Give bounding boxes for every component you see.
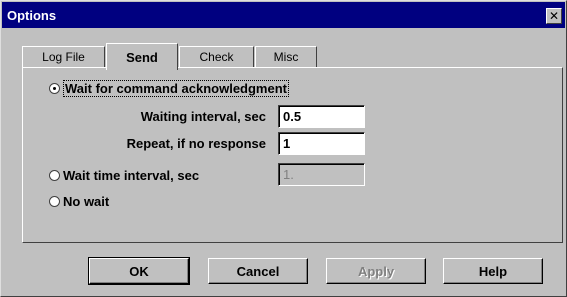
wait-ack-label: Wait for command acknowledgment bbox=[63, 80, 289, 97]
tab-log-file[interactable]: Log File bbox=[22, 46, 105, 67]
wait-time-radio[interactable] bbox=[49, 170, 60, 181]
wait-time-value: 1. bbox=[283, 167, 294, 182]
cancel-button[interactable]: Cancel bbox=[208, 258, 308, 284]
title-bar[interactable]: Options ✕ bbox=[2, 2, 565, 28]
window-title: Options bbox=[7, 7, 57, 23]
close-button[interactable]: ✕ bbox=[546, 8, 562, 24]
no-wait-label: No wait bbox=[63, 194, 110, 209]
waiting-interval-label: Waiting interval, sec bbox=[140, 109, 266, 124]
apply-button[interactable]: Apply bbox=[326, 258, 426, 284]
wait-ack-option[interactable]: Wait for command acknowledgment bbox=[49, 80, 289, 97]
help-button[interactable]: Help bbox=[443, 258, 543, 284]
waiting-interval-value: 0.5 bbox=[283, 109, 302, 124]
close-icon: ✕ bbox=[548, 9, 560, 23]
waiting-interval-input[interactable]: 0.5 bbox=[278, 105, 365, 128]
no-wait-radio[interactable] bbox=[49, 196, 60, 207]
options-dialog: Options ✕ Log File Send Check Misc Wait … bbox=[0, 0, 567, 297]
wait-ack-radio[interactable] bbox=[49, 83, 60, 94]
tab-check[interactable]: Check bbox=[179, 46, 254, 67]
wait-time-option[interactable]: Wait time interval, sec bbox=[49, 168, 199, 183]
wait-time-label: Wait time interval, sec bbox=[63, 168, 200, 183]
tab-send[interactable]: Send bbox=[106, 43, 178, 70]
send-tab-panel: Wait for command acknowledgment Waiting … bbox=[22, 67, 563, 243]
tab-misc[interactable]: Misc bbox=[255, 46, 317, 67]
repeat-input[interactable]: 1 bbox=[278, 132, 365, 155]
wait-time-input: 1. bbox=[278, 163, 365, 186]
no-wait-option[interactable]: No wait bbox=[49, 194, 109, 209]
ok-button[interactable]: OK bbox=[88, 257, 190, 285]
repeat-label: Repeat, if no response bbox=[126, 136, 266, 151]
repeat-value: 1 bbox=[283, 136, 291, 151]
